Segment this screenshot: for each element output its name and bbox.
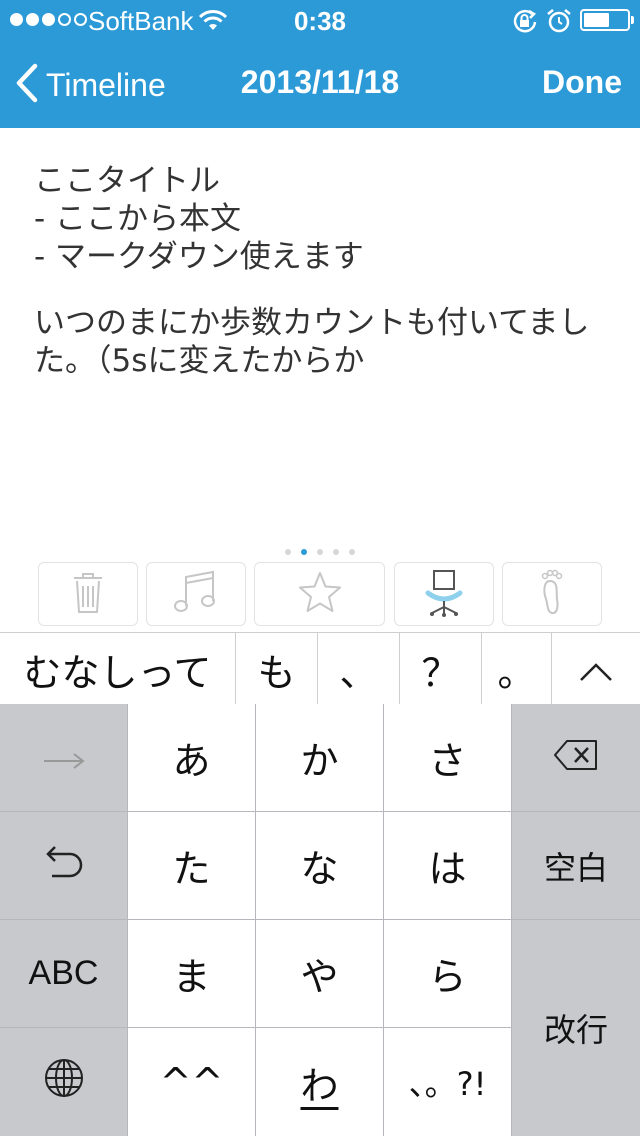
attachment-toolbar (38, 562, 602, 626)
punctuation-key[interactable]: 、。?! (384, 1028, 511, 1136)
chevron-left-icon (14, 63, 38, 107)
page-dot (333, 549, 339, 555)
trash-button[interactable] (38, 562, 138, 626)
chair-icon (424, 567, 464, 621)
rotation-lock-icon (512, 9, 538, 37)
candidate-item[interactable]: 、 (318, 633, 400, 705)
star-icon (298, 571, 342, 617)
footprint-button[interactable] (502, 562, 602, 626)
battery-level (584, 13, 609, 27)
globe-key[interactable] (0, 1028, 127, 1136)
kaomoji-key[interactable]: ^^ (128, 1028, 255, 1136)
backspace-icon (553, 736, 599, 780)
candidate-item[interactable]: ？ (400, 633, 482, 705)
note-body-line: - マークダウン使えます (34, 239, 364, 275)
page-dot (317, 549, 323, 555)
footprint-icon (537, 569, 567, 619)
key-ya[interactable]: や (256, 920, 383, 1027)
music-icon (173, 570, 219, 618)
undo-key[interactable] (0, 812, 127, 919)
undo-icon (44, 843, 84, 888)
back-button[interactable]: Timeline (14, 60, 166, 110)
page-dot-active (301, 549, 307, 555)
key-a[interactable]: あ (128, 704, 255, 811)
key-na[interactable]: な (256, 812, 383, 919)
key-ka[interactable]: か (256, 704, 383, 811)
page-dot (285, 549, 291, 555)
done-button[interactable]: Done (542, 64, 622, 101)
top-bar: SoftBank 0:38 Timeline 2013/11/18 Done (0, 0, 640, 128)
space-key[interactable]: 空白 (512, 812, 640, 919)
conversion-candidate-bar: むなしって も 、 ？ 。 (0, 632, 640, 705)
abc-mode-key[interactable]: ABC (0, 920, 127, 1027)
clock: 0:38 (293, 6, 347, 36)
candidate-item[interactable]: むなしって (0, 633, 236, 705)
trash-icon (71, 570, 105, 618)
alarm-icon (546, 8, 572, 38)
music-button[interactable] (146, 562, 246, 626)
globe-icon (44, 1058, 84, 1107)
key-ta[interactable]: た (128, 812, 255, 919)
chevron-up-icon (579, 647, 613, 691)
candidate-item[interactable]: も (236, 633, 318, 705)
delete-key[interactable] (512, 704, 640, 811)
note-title-line: ここタイトル (34, 163, 220, 199)
status-bar: SoftBank 0:38 (0, 0, 640, 40)
expand-candidates-button[interactable] (552, 633, 640, 705)
note-body-line: - ここから本文 (34, 201, 242, 237)
arrow-right-icon (42, 736, 86, 780)
battery-indicator (580, 9, 634, 31)
key-ra[interactable]: ら (384, 920, 511, 1027)
key-ha[interactable]: は (384, 812, 511, 919)
key-sa[interactable]: さ (384, 704, 511, 811)
chair-button[interactable] (394, 562, 494, 626)
back-button-label: Timeline (46, 66, 166, 103)
star-button[interactable] (254, 562, 385, 626)
page-dot (349, 549, 355, 555)
note-paragraph: いつのまにか歩数カウントも付いてました。（5sに変えたからか (34, 305, 590, 379)
key-ma[interactable]: ま (128, 920, 255, 1027)
cursor-right-key[interactable] (0, 704, 127, 811)
candidate-item[interactable]: 。 (482, 633, 552, 705)
return-key[interactable]: 改行 (512, 920, 640, 1136)
page-indicator (0, 549, 640, 555)
key-wa[interactable]: わ (256, 1028, 383, 1136)
note-editor[interactable]: ここタイトル - ここから本文 - マークダウン使えます いつのまにか歩数カウン… (34, 162, 614, 380)
japanese-flick-keyboard: あ か さ た な は 空白 ABC ま や ら 改行 ^^ わ 、。?! (0, 704, 640, 1136)
